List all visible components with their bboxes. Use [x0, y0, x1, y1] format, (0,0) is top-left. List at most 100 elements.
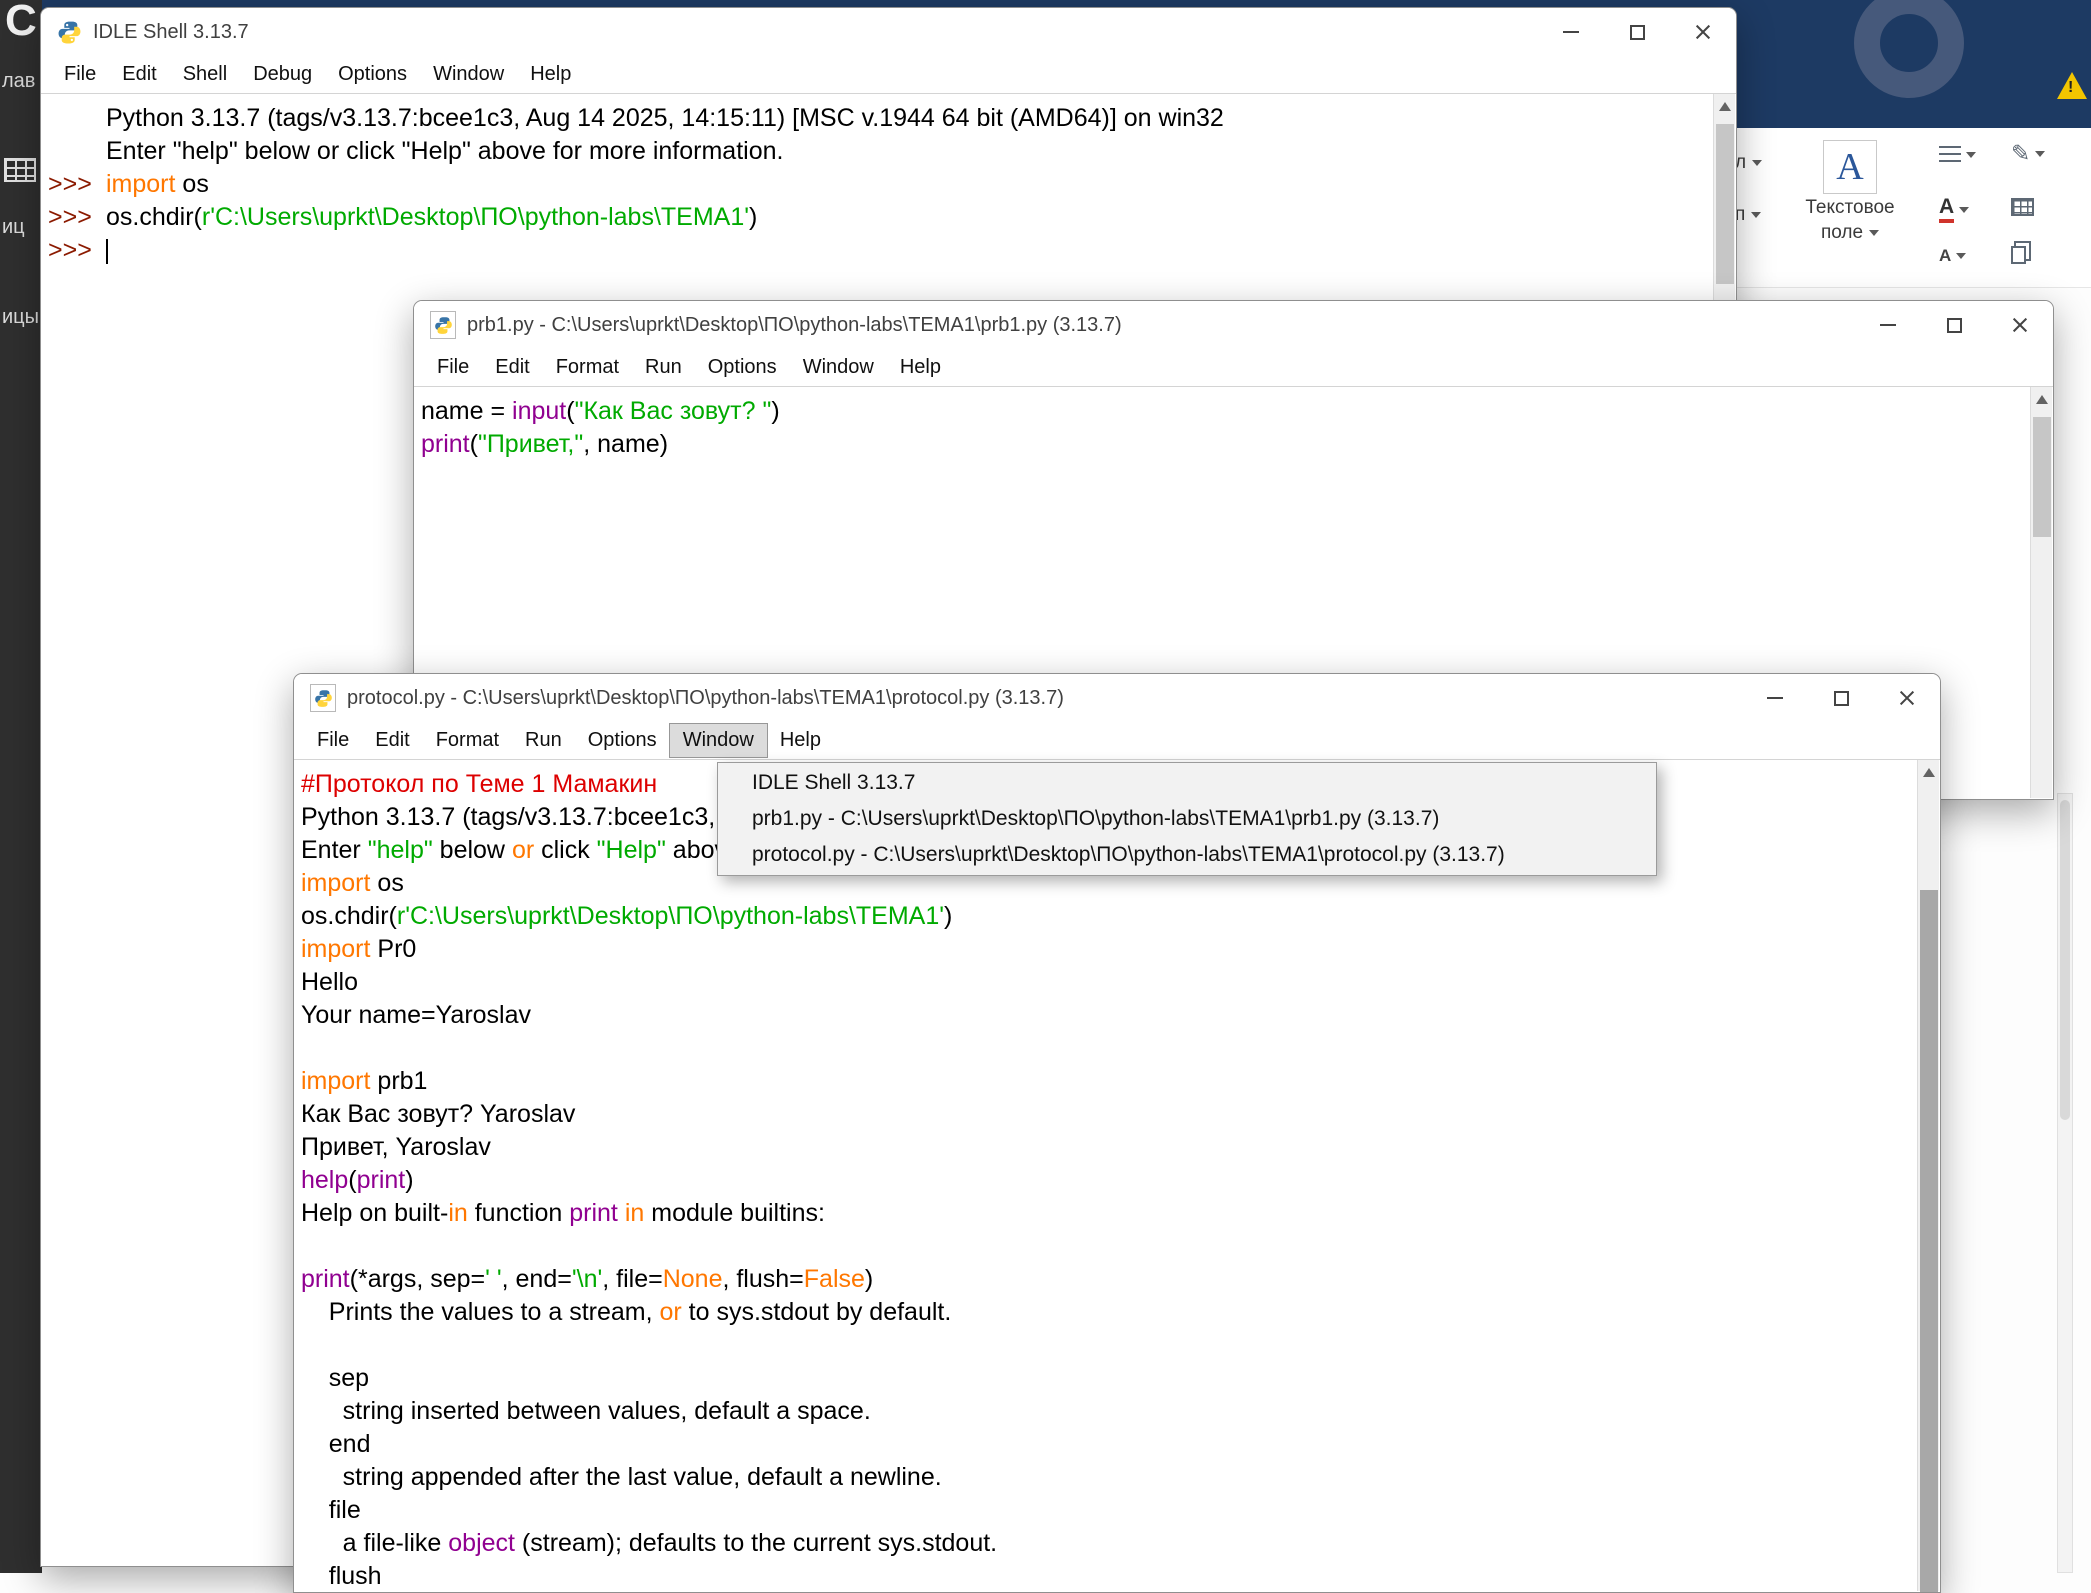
menu-edit[interactable]: Edit: [482, 351, 542, 384]
code-token: sep: [301, 1364, 369, 1392]
menu-help[interactable]: Help: [767, 724, 834, 757]
word-page-scrollbar[interactable]: [2057, 793, 2073, 1573]
close-button[interactable]: [1670, 8, 1736, 56]
ribbon-edit-button[interactable]: ✎: [2011, 142, 2045, 165]
window-menu-item[interactable]: protocol.py - C:\Users\uprkt\Desktop\ПО\…: [718, 837, 1656, 873]
minimize-button[interactable]: [1855, 301, 1921, 349]
menu-options[interactable]: Options: [575, 724, 670, 757]
code-token: end: [301, 1430, 371, 1458]
python-file-icon: [430, 311, 456, 339]
prompt: >>>: [48, 201, 98, 234]
ribbon-cut-label[interactable]: п: [1735, 204, 1761, 226]
code-token: os.chdir(: [301, 902, 397, 930]
titlebar[interactable]: protocol.py - C:\Users\uprkt\Desktop\ПО\…: [294, 674, 1940, 722]
menu-window[interactable]: Window: [670, 724, 767, 757]
close-button[interactable]: [1987, 301, 2053, 349]
scroll-up-icon[interactable]: [1719, 102, 1731, 111]
titlebar[interactable]: IDLE Shell 3.13.7: [41, 8, 1736, 56]
menu-file[interactable]: File: [424, 351, 482, 384]
pencil-icon: ✎: [2011, 142, 2030, 165]
minimize-icon: [1880, 324, 1896, 326]
scroll-up-icon[interactable]: [1923, 768, 1935, 777]
menubar: FileEditFormatRunOptionsWindowHelp: [294, 722, 1940, 760]
code-token: or: [659, 1298, 681, 1326]
menu-format[interactable]: Format: [543, 351, 632, 384]
minimize-button[interactable]: [1742, 674, 1808, 722]
code-token: r'C:\Users\uprkt\Desktop\ПО\python-labs\…: [397, 902, 944, 930]
menu-run[interactable]: Run: [512, 724, 575, 757]
menu-edit[interactable]: Edit: [362, 724, 422, 757]
warning-mark: !: [2068, 79, 2073, 97]
menu-help[interactable]: Help: [887, 351, 954, 384]
code-line: Привет, Yaroslav: [301, 1131, 1917, 1164]
minimize-icon: [1563, 31, 1579, 33]
menu-window[interactable]: Window: [420, 58, 517, 91]
code-token: import: [106, 170, 175, 198]
warning-icon[interactable]: !: [2057, 72, 2087, 99]
ribbon-text-style-button[interactable]: А: [1939, 246, 1966, 266]
menu-format[interactable]: Format: [423, 724, 512, 757]
editor-text-area[interactable]: #Протокол по Теме 1 МамакинPython 3.13.7…: [295, 760, 1917, 1592]
rail-label-fragment[interactable]: иц: [2, 216, 25, 239]
ribbon-table-button[interactable]: [2011, 198, 2034, 216]
code-token: in: [625, 1199, 644, 1227]
code-line: print("Привет,", name): [421, 428, 2030, 461]
window-title: prb1.py - C:\Users\uprkt\Desktop\ПО\pyth…: [467, 314, 1122, 337]
menu-help[interactable]: Help: [517, 58, 584, 91]
scrollbar-thumb[interactable]: [2060, 800, 2070, 1120]
text-cursor: [106, 239, 108, 264]
menubar: FileEditFormatRunOptionsWindowHelp: [414, 349, 2053, 387]
maximize-button[interactable]: [1808, 674, 1874, 722]
code-token: import: [301, 935, 370, 963]
menu-options[interactable]: Options: [325, 58, 420, 91]
titlebar[interactable]: prb1.py - C:\Users\uprkt\Desktop\ПО\pyth…: [414, 301, 2053, 349]
menu-file[interactable]: File: [51, 58, 109, 91]
code-token: None: [663, 1265, 723, 1293]
rail-label-fragment[interactable]: лав: [2, 70, 35, 93]
scrollbar[interactable]: [2030, 387, 2052, 798]
menu-shell[interactable]: Shell: [170, 58, 240, 91]
code-line: Your name=Yaroslav: [301, 999, 1917, 1032]
close-button[interactable]: [1874, 674, 1940, 722]
maximize-button[interactable]: [1604, 8, 1670, 56]
prompt: >>>: [48, 168, 98, 201]
menu-edit[interactable]: Edit: [109, 58, 169, 91]
menu-options[interactable]: Options: [695, 351, 790, 384]
window-menu-item[interactable]: IDLE Shell 3.13.7: [718, 765, 1656, 801]
maximize-button[interactable]: [1921, 301, 1987, 349]
scrollbar[interactable]: [1917, 760, 1939, 1591]
close-icon: [1898, 689, 1916, 707]
menu-window[interactable]: Window: [790, 351, 887, 384]
menu-run[interactable]: Run: [632, 351, 695, 384]
table-icon: [2011, 198, 2034, 216]
code-line: file: [301, 1494, 1917, 1527]
window-menu-item[interactable]: prb1.py - C:\Users\uprkt\Desktop\ПО\pyth…: [718, 801, 1656, 837]
scrollbar-thumb[interactable]: [1920, 890, 1938, 1593]
minimize-icon: [1767, 697, 1783, 699]
copy-icon: [2011, 246, 2026, 264]
code-token: Enter "help" below or click "Help" above…: [106, 137, 783, 165]
rail-label-fragment[interactable]: ицы: [2, 306, 39, 329]
chevron-down-icon: [1956, 253, 1966, 259]
ribbon-lines-button[interactable]: [1939, 146, 1976, 163]
code-token: ): [865, 1265, 873, 1293]
ribbon-font-color-button[interactable]: А: [1939, 196, 1969, 223]
menu-debug[interactable]: Debug: [240, 58, 325, 91]
ribbon-copy-button[interactable]: [2011, 246, 2026, 264]
code-line: Python 3.13.7 (tags/v3.13.7:bcee1c3, Aug…: [48, 102, 1713, 135]
code-line: import Pr0: [301, 933, 1917, 966]
code-token: (: [348, 1166, 356, 1194]
scrollbar-thumb[interactable]: [2033, 417, 2051, 537]
window-menu-dropdown: IDLE Shell 3.13.7prb1.py - C:\Users\uprk…: [717, 762, 1657, 876]
textbox-gallery-button[interactable]: A Текстовое поле: [1791, 140, 1909, 244]
code-token: Привет, Yaroslav: [301, 1133, 491, 1161]
menu-file[interactable]: File: [304, 724, 362, 757]
table-grid-icon[interactable]: [4, 158, 36, 182]
ribbon-cut-label[interactable]: л: [1735, 152, 1762, 174]
code-token: print: [569, 1199, 618, 1227]
minimize-button[interactable]: [1538, 8, 1604, 56]
code-token: , end=: [502, 1265, 572, 1293]
scrollbar-thumb[interactable]: [1716, 124, 1734, 284]
scroll-up-icon[interactable]: [2036, 395, 2048, 404]
code-line: [301, 1230, 1917, 1263]
